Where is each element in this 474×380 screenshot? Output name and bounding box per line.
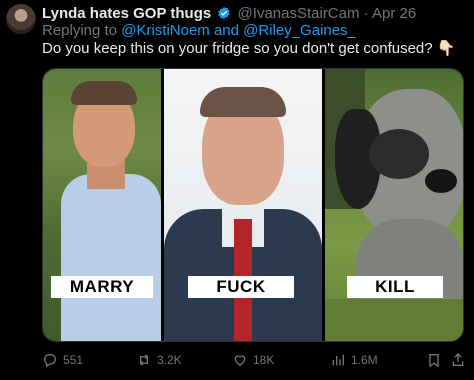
bookmark-button[interactable] xyxy=(426,352,442,368)
repost-button[interactable]: 3.2K xyxy=(136,352,182,368)
replying-users-link[interactable]: @KristiNoem and @Riley_Gaines_ xyxy=(121,22,356,39)
views-icon xyxy=(332,354,344,366)
label-marry: MARRY xyxy=(51,276,153,298)
like-button[interactable]: 18K xyxy=(232,352,274,368)
verified-badge-icon xyxy=(218,6,231,20)
label-fuck: FUCK xyxy=(188,276,294,298)
tweet-header: Lynda hates GOP thugs @IvanasStairCam · … xyxy=(42,5,416,23)
share-button[interactable] xyxy=(450,352,466,368)
repost-count: 3.2K xyxy=(157,353,182,367)
tweet-media[interactable]: MARRY FUCK KILL xyxy=(42,68,464,342)
media-panel-marry: MARRY xyxy=(43,69,161,341)
avatar[interactable] xyxy=(6,4,36,34)
replying-prefix: Replying to xyxy=(42,22,118,39)
repost-icon xyxy=(139,354,149,366)
label-kill: KILL xyxy=(347,276,443,298)
heart-icon xyxy=(234,355,246,367)
share-icon xyxy=(452,353,464,366)
views-count: 1.6M xyxy=(351,353,378,367)
media-panel-kill: KILL xyxy=(325,69,463,341)
reply-count: 551 xyxy=(63,353,84,367)
action-bar: 551 3.2K 18K 1.6M xyxy=(42,352,466,372)
handle-and-date[interactable]: @IvanasStairCam · Apr 26 xyxy=(238,5,417,22)
person-photo xyxy=(61,174,161,341)
tweet-text: Do you keep this on your fridge so you d… xyxy=(42,40,456,57)
media-panel-fuck: FUCK xyxy=(164,69,322,341)
replying-to: Replying to @KristiNoem and @Riley_Gaine… xyxy=(42,22,356,40)
reply-button[interactable]: 551 xyxy=(42,352,83,368)
display-name[interactable]: Lynda hates GOP thugs xyxy=(42,5,211,22)
like-count: 18K xyxy=(253,353,275,367)
reply-icon xyxy=(44,354,56,368)
views-button[interactable]: 1.6M xyxy=(330,352,378,368)
bookmark-icon xyxy=(429,354,439,368)
